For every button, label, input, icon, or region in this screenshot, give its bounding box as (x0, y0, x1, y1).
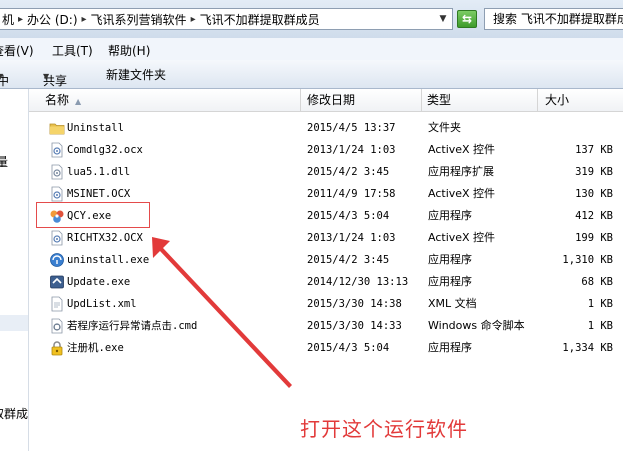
file-modified: 2011/4/9 17:58 (307, 188, 396, 200)
file-modified: 2015/4/2 3:45 (307, 166, 390, 178)
menu-help[interactable]: 帮助(H) (108, 42, 150, 59)
file-modified: 2015/4/2 3:45 (307, 254, 390, 266)
file-row[interactable]: Update.exe 2014/12/30 13:13 应用程序 68 KB (29, 271, 623, 293)
column-header-name[interactable]: 名称 ▲ (29, 89, 301, 111)
address-dropdown-icon[interactable]: ▼ (434, 9, 452, 29)
new-folder-button[interactable]: 新建文件夹 (106, 66, 166, 83)
menu-view[interactable]: 查看(V) (0, 42, 34, 59)
file-modified: 2015/4/3 5:04 (307, 342, 390, 354)
chevron-down-icon: ▼ (43, 72, 50, 81)
file-type: ActiveX 控件 (428, 231, 496, 244)
column-header-size-label: 大小 (545, 93, 570, 107)
breadcrumb-separator-icon[interactable]: ▸ (16, 14, 25, 25)
file-modified: 2015/4/5 13:37 (307, 122, 396, 134)
file-modified: 2015/3/30 14:33 (307, 320, 402, 332)
cmd-file-icon (51, 318, 63, 334)
ocx-file-icon (51, 142, 63, 158)
file-name: 若程序运行异常请点击.cmd (67, 320, 198, 332)
file-name: UpdList.xml (67, 298, 137, 310)
file-type: ActiveX 控件 (428, 187, 496, 200)
file-type: 应用程序 (428, 209, 472, 222)
address-bar: 机 ▸ 办公 (D:) ▸ 飞讯系列营销软件 ▸ 飞讯不加群提取群成员 ▼ ⇆ … (0, 0, 623, 39)
file-row[interactable]: Uninstall 2015/4/5 13:37 文件夹 (29, 117, 623, 139)
column-header-modified[interactable]: 修改日期 (301, 89, 422, 111)
file-list: Uninstall 2015/4/5 13:37 文件夹 Comdlg32.oc… (29, 111, 623, 451)
file-modified: 2015/4/3 5:04 (307, 210, 390, 222)
file-modified: 2015/3/30 14:38 (307, 298, 402, 310)
file-size: 319 KB (575, 166, 613, 178)
breadcrumb-computer[interactable]: 机 (0, 11, 16, 28)
file-size: 199 KB (575, 232, 613, 244)
refresh-icon: ⇆ (461, 12, 473, 26)
file-row[interactable]: uninstall.exe 2015/4/2 3:45 应用程序 1,310 K… (29, 249, 623, 271)
file-size: 130 KB (575, 188, 613, 200)
file-type: Windows 命令脚本 (428, 319, 525, 332)
file-type: 应用程序 (428, 341, 472, 354)
ocx-file-icon (51, 230, 63, 246)
dll-file-icon (51, 164, 63, 180)
file-size: 1,334 KB (562, 342, 613, 354)
file-size: 137 KB (575, 144, 613, 156)
file-type: XML 文档 (428, 297, 477, 310)
column-header-type[interactable]: 类型 (422, 89, 538, 111)
nav-selected-item[interactable] (0, 315, 28, 331)
file-row[interactable]: UpdList.xml 2015/3/30 14:38 XML 文档 1 KB (29, 293, 623, 315)
breadcrumb-separator-icon[interactable]: ▸ (189, 14, 198, 25)
file-modified: 2013/1/24 1:03 (307, 144, 396, 156)
nav-item-partial[interactable]: 取群成 (0, 405, 28, 422)
column-header-row: 名称 ▲ 修改日期 类型 大小 (29, 89, 623, 112)
breadcrumb-folder-series[interactable]: 飞讯系列营销软件 (89, 11, 189, 28)
column-header-name-label: 名称 (45, 93, 70, 107)
address-path-box[interactable]: 机 ▸ 办公 (D:) ▸ 飞讯系列营销软件 ▸ 飞讯不加群提取群成员 (0, 8, 453, 30)
file-size: 68 KB (581, 276, 613, 288)
breadcrumb-folder-current[interactable]: 飞讯不加群提取群成员 (198, 11, 322, 28)
chevron-down-icon: ▼ (0, 72, 4, 81)
lock-exe-icon (51, 341, 63, 356)
folder-icon (49, 123, 65, 135)
file-type: 应用程序 (428, 253, 472, 266)
sort-ascending-icon: ▲ (75, 97, 82, 106)
file-name: uninstall.exe (67, 254, 150, 266)
highlight-box (36, 202, 150, 228)
ocx-file-icon (51, 186, 63, 202)
file-row[interactable]: 注册机.exe 2015/4/3 5:04 应用程序 1,334 KB (29, 337, 623, 359)
file-type: 应用程序 (428, 275, 472, 288)
menu-bar: 查看(V) 工具(T) 帮助(H) (0, 38, 623, 61)
file-name: Uninstall (67, 122, 124, 134)
file-type: 文件夹 (428, 121, 461, 134)
file-size: 1 KB (587, 320, 613, 332)
column-header-size[interactable]: 大小 (538, 89, 623, 111)
breadcrumb-separator-icon[interactable]: ▸ (80, 14, 89, 25)
uninstall-exe-icon (50, 253, 64, 267)
file-row[interactable]: 若程序运行异常请点击.cmd 2015/3/30 14:33 Windows 命… (29, 315, 623, 337)
update-exe-icon (50, 275, 64, 289)
search-input[interactable]: 搜索 飞讯不加群提取群成员 (484, 8, 623, 30)
file-size: 412 KB (575, 210, 613, 222)
file-size (537, 117, 613, 139)
navigation-pane[interactable]: 量 取群成 (0, 89, 29, 451)
menu-tools[interactable]: 工具(T) (52, 42, 93, 59)
breadcrumb-drive[interactable]: 办公 (D:) (25, 11, 79, 28)
nav-item-partial[interactable]: 量 (0, 153, 8, 170)
file-size: 1,310 KB (562, 254, 613, 266)
file-name: 注册机.exe (67, 342, 124, 354)
refresh-go-button[interactable]: ⇆ (457, 10, 477, 28)
file-row[interactable]: lua5.1.dll 2015/4/2 3:45 应用程序扩展 319 KB (29, 161, 623, 183)
file-size: 1 KB (587, 298, 613, 310)
command-toolbar: 中 ▼ 共享 ▼ 新建文件夹 (0, 60, 623, 89)
file-modified: 2014/12/30 13:13 (307, 276, 409, 288)
file-name: RICHTX32.OCX (67, 232, 143, 244)
file-name: Comdlg32.ocx (67, 144, 143, 156)
column-header-modified-label: 修改日期 (307, 93, 356, 107)
file-name: Update.exe (67, 276, 131, 288)
file-name: lua5.1.dll (67, 166, 131, 178)
xml-file-icon (51, 296, 63, 312)
file-row[interactable]: RICHTX32.OCX 2013/1/24 1:03 ActiveX 控件 1… (29, 227, 623, 249)
file-type: ActiveX 控件 (428, 143, 496, 156)
column-header-type-label: 类型 (427, 93, 452, 107)
file-type: 应用程序扩展 (428, 165, 494, 178)
file-modified: 2013/1/24 1:03 (307, 232, 396, 244)
annotation-text: 打开这个运行软件 (300, 417, 468, 441)
file-row[interactable]: Comdlg32.ocx 2013/1/24 1:03 ActiveX 控件 1… (29, 139, 623, 161)
